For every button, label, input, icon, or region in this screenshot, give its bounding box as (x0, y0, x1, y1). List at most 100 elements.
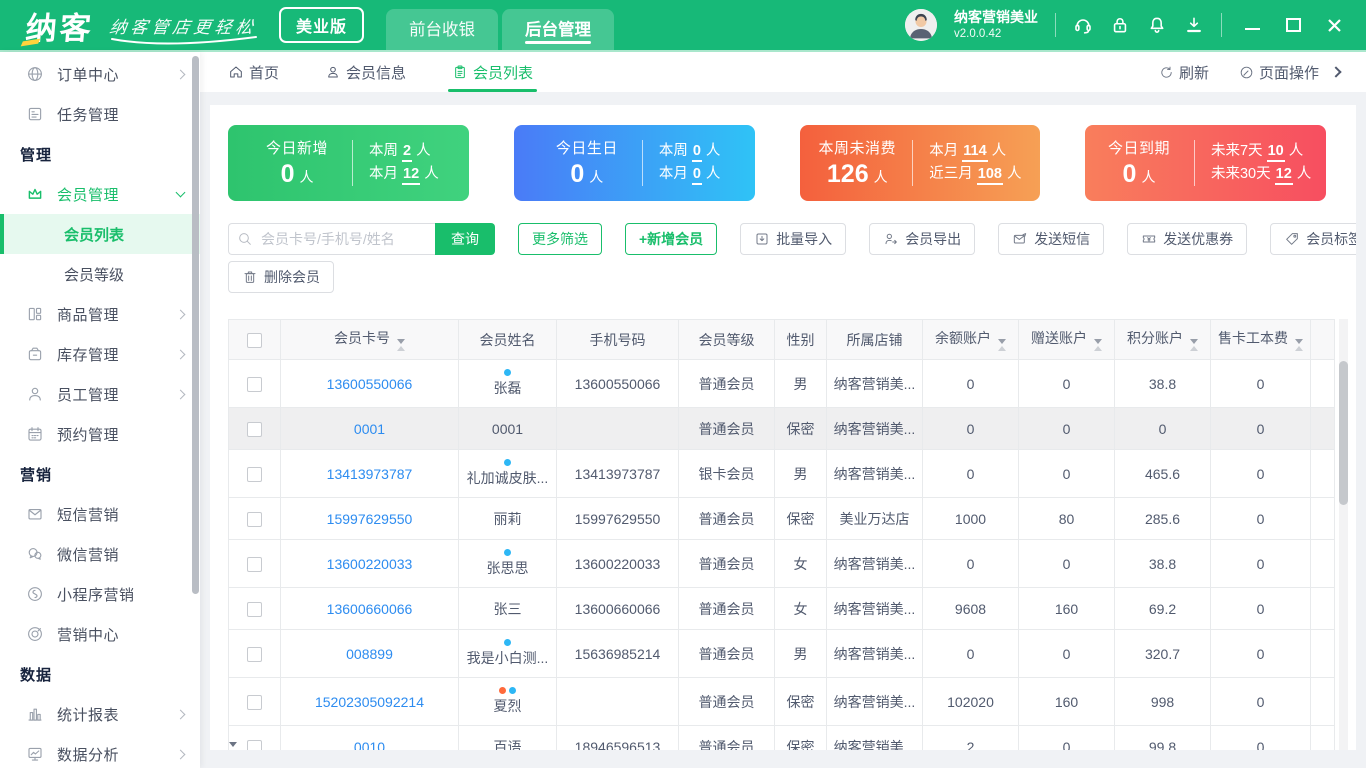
column-header-card[interactable]: 会员卡号 (280, 319, 459, 360)
scroll-down-arrow[interactable] (226, 738, 239, 750)
member-card-link[interactable]: 0001 (354, 421, 385, 437)
delete-member-button[interactable]: 删除会员 (228, 261, 334, 293)
maximize-button[interactable] (1286, 18, 1301, 32)
nav-tab-frontdesk[interactable]: 前台收银 (386, 9, 499, 50)
row-checkbox[interactable] (247, 646, 262, 662)
member-name: 张三 (493, 600, 522, 617)
tab-member-list[interactable]: 会员列表 (448, 52, 538, 92)
stat-card-summary: 今日生日 0 人 (548, 137, 626, 189)
scrollbar-thumb[interactable] (1339, 361, 1348, 505)
column-header-gift[interactable]: 赠送账户 (1018, 319, 1115, 360)
select-all-checkbox[interactable] (247, 332, 262, 348)
sidebar-scrollbar[interactable] (192, 56, 199, 594)
column-label: 所属店铺 (846, 331, 903, 348)
column-label: 手机号码 (589, 331, 646, 348)
member-tag-dots (463, 549, 552, 556)
staff-icon (26, 385, 44, 403)
close-button[interactable] (1327, 18, 1342, 33)
customer-service-icon[interactable] (1073, 15, 1093, 35)
column-header-balance[interactable]: 余额账户 (922, 319, 1019, 360)
row-checkbox[interactable] (247, 376, 262, 392)
sort-icon[interactable] (1094, 339, 1102, 351)
more-filter-button[interactable]: 更多筛选 (518, 223, 602, 255)
app-logo: 纳客 (20, 3, 96, 48)
sidebar-item[interactable]: 微信营销 (0, 534, 200, 574)
table-row: 13413973787 礼加诚皮肤... 13413973787 银卡会员男纳客营销美… (228, 449, 1335, 498)
sidebar-item[interactable]: 员工管理 (0, 374, 200, 414)
sidebar-item[interactable]: 营销中心 (0, 614, 200, 654)
column-header-fee[interactable]: 售卡工本费 (1210, 319, 1311, 360)
sort-icon[interactable] (1295, 339, 1303, 351)
member-card-link[interactable]: 13600660066 (327, 601, 413, 617)
send-sms-button[interactable]: 发送短信 (998, 223, 1105, 255)
nav-tab-label: 前台收银 (409, 20, 476, 39)
tab-label: 会员信息 (346, 64, 407, 82)
row-checkbox[interactable] (247, 556, 262, 572)
button-label: 批量导入 (776, 231, 833, 247)
table-scrollbar[interactable] (1339, 319, 1348, 750)
tag-dot-blue (504, 459, 511, 466)
sidebar-subitem[interactable]: 会员列表 (0, 214, 200, 254)
row-checkbox[interactable] (247, 739, 262, 750)
cell-gender: 保密 (774, 677, 827, 726)
nav-tab-backoffice[interactable]: 后台管理 (502, 9, 615, 50)
bell-icon[interactable] (1147, 15, 1167, 35)
member-card-link[interactable]: 0010 (354, 739, 385, 751)
minimize-button[interactable] (1245, 21, 1260, 30)
add-member-button[interactable]: +新增会员 (625, 223, 718, 255)
member-card-link[interactable]: 13600550066 (327, 376, 413, 392)
content: 今日新增 0 人本周 2 人本月 12 人今日生日 0 人本周 0 人本月 0 人本周未消费 126 人本月… (200, 92, 1366, 768)
cell-points: 320.7 (1114, 629, 1211, 678)
stat-detail-value: 12 (1274, 166, 1293, 185)
member-tag-button[interactable]: 会员标签 (1270, 223, 1356, 255)
cell-balance: 9608 (922, 587, 1019, 630)
sidebar-item[interactable]: 统计报表 (0, 694, 200, 734)
sms-icon (26, 505, 44, 523)
cell-fee: 0 (1210, 725, 1311, 750)
export-member-button[interactable]: 会员导出 (869, 223, 976, 255)
cell-gift: 0 (1018, 629, 1115, 678)
lock-icon[interactable] (1110, 15, 1130, 35)
column-header-points[interactable]: 积分账户 (1114, 319, 1211, 360)
sort-icon[interactable] (998, 339, 1006, 351)
chevron-down-icon (175, 187, 186, 198)
cell-store: 美业万达店 (826, 497, 923, 540)
tab-member-info[interactable]: 会员信息 (325, 52, 406, 92)
refresh-button[interactable]: 刷新 (1159, 62, 1209, 83)
sidebar-item[interactable]: 预约管理 (0, 414, 200, 454)
row-checkbox[interactable] (247, 694, 262, 710)
member-tag-dots (463, 459, 552, 466)
sidebar-item[interactable]: 商品管理 (0, 294, 200, 334)
search-button[interactable]: 查询 (435, 223, 495, 255)
row-checkbox[interactable] (247, 421, 262, 437)
sidebar-item[interactable]: 库存管理 (0, 334, 200, 374)
cell-phone: 13600220033 (556, 539, 679, 588)
batch-import-button[interactable]: 批量导入 (740, 223, 847, 255)
page-ops-button[interactable]: 页面操作 (1239, 62, 1342, 83)
member-card-link[interactable]: 13600220033 (327, 556, 413, 572)
member-card-link[interactable]: 13413973787 (327, 466, 413, 482)
sidebar-subitem[interactable]: 会员等级 (0, 254, 200, 294)
sidebar-item[interactable]: 订单中心 (0, 54, 200, 94)
member-card-link[interactable]: 15202305092214 (315, 694, 424, 710)
row-checkbox[interactable] (247, 511, 262, 527)
stat-detail-value: 10 (1266, 143, 1285, 162)
sort-icon[interactable] (1190, 339, 1198, 351)
sidebar-item[interactable]: 会员管理 (0, 174, 200, 214)
member-card-link[interactable]: 008899 (346, 646, 393, 662)
tab-home[interactable]: 首页 (228, 52, 279, 92)
sidebar-item[interactable]: 数据分析 (0, 734, 200, 768)
avatar[interactable] (905, 9, 937, 41)
sort-icon[interactable] (397, 339, 405, 351)
sidebar-item[interactable]: 小程序营销 (0, 574, 200, 614)
download-icon[interactable] (1184, 15, 1204, 35)
search-input[interactable] (228, 223, 435, 255)
row-checkbox[interactable] (247, 466, 262, 482)
member-card-link[interactable]: 15997629550 (327, 511, 413, 527)
sidebar-item[interactable]: 短信营销 (0, 494, 200, 534)
send-coupon-button[interactable]: 发送优惠券 (1127, 223, 1248, 255)
table-row: 15202305092214 夏烈 普通会员 保密 纳客营销美... 102020 160 9… (228, 677, 1335, 726)
stat-card-title: 今日新增 (266, 140, 329, 157)
row-checkbox[interactable] (247, 601, 262, 617)
sidebar-item[interactable]: 任务管理 (0, 94, 200, 134)
